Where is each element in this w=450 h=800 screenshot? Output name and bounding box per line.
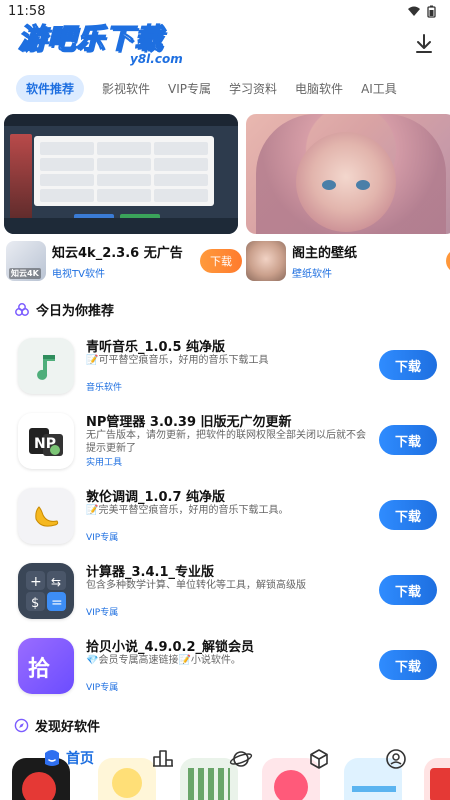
tab-study[interactable]: 学习资料 — [229, 80, 277, 97]
status-time: 11:58 — [8, 3, 46, 19]
wallpaper-portrait — [296, 132, 396, 232]
app-category[interactable]: 实用工具 — [86, 455, 122, 468]
featured-thumb — [246, 241, 286, 281]
app-name: 青听音乐_1.0.5 纯净版 — [86, 340, 226, 355]
featured-thumb: 知云4K — [6, 241, 46, 281]
list-item[interactable]: NP NP管理器 3.0.39 旧版无广勿更新 无广告版本，请勿更新，把软件的联… — [0, 403, 450, 477]
featured-item[interactable]: 阁主的壁纸 壁纸软件 — [246, 240, 450, 282]
svg-text:$: $ — [31, 596, 39, 611]
featured-title: 知云4k_2.3.6 无广告 — [52, 246, 183, 261]
svg-text:拾: 拾 — [28, 656, 50, 682]
app-header: 游吧乐下载 y8l.com — [0, 18, 450, 68]
tab-software-recommend[interactable]: 软件推荐 — [16, 74, 85, 102]
home-icon — [45, 750, 59, 766]
list-item[interactable]: 青听音乐_1.0.5 纯净版 📝可平替空痕音乐，好用的音乐下载工具 音乐软件 下… — [0, 328, 450, 402]
planet-icon[interactable] — [229, 748, 253, 770]
app-description: 📝完美平替空痕音乐，好用的音乐下载工具。 — [86, 505, 289, 516]
np-manager-icon: NP — [18, 413, 74, 469]
app-name: NP管理器 3.0.39 旧版无广勿更新 — [86, 415, 292, 430]
calculator-icon: + ⇆ $ = — [18, 563, 74, 619]
svg-text:+: + — [30, 574, 42, 590]
bottom-nav: 首页 — [0, 744, 450, 780]
battery-icon — [427, 5, 436, 18]
featured-download-button[interactable]: 下载 — [200, 249, 242, 273]
tab-pc-software[interactable]: 电脑软件 — [295, 80, 343, 97]
download-button[interactable]: 下载 — [379, 500, 437, 530]
tab-video-software[interactable]: 影视软件 — [102, 80, 150, 97]
download-button[interactable]: 下载 — [379, 650, 437, 680]
featured-download-button[interactable] — [446, 249, 450, 273]
banner-zhiyun[interactable] — [4, 114, 238, 234]
tab-ai-tools[interactable]: AI工具 — [361, 80, 397, 97]
download-manager-icon[interactable] — [412, 32, 436, 56]
banner-screenshot-panel — [34, 136, 214, 206]
svg-text:⇆: ⇆ — [51, 575, 61, 589]
music-note-icon — [18, 338, 74, 394]
clover-icon — [15, 302, 29, 316]
app-logo[interactable]: 游吧乐下载 y8l.com — [17, 21, 188, 68]
app-description: 无广告版本，请勿更新，把软件的联网权限全部关闭以后就不会提示更新了 — [86, 430, 366, 454]
app-category[interactable]: 音乐软件 — [86, 380, 122, 393]
app-category[interactable]: VIP专属 — [86, 530, 118, 543]
nav-home-label: 首页 — [66, 751, 94, 767]
app-category[interactable]: VIP专属 — [86, 605, 118, 618]
banner-wallpaper[interactable] — [246, 114, 450, 234]
featured-category[interactable]: 壁纸软件 — [292, 265, 440, 280]
compass-icon — [14, 718, 29, 733]
section-recommend-title: 今日为你推荐 — [14, 300, 114, 319]
profile-icon[interactable] — [385, 748, 407, 770]
section-discover-title: 发现好软件 — [14, 716, 100, 735]
list-item[interactable]: 敦伦调调_1.0.7 纯净版 📝完美平替空痕音乐，好用的音乐下载工具。 VIP专… — [0, 478, 450, 552]
download-button[interactable]: 下载 — [379, 575, 437, 605]
ranking-icon[interactable] — [152, 748, 174, 768]
download-button[interactable]: 下载 — [379, 425, 437, 455]
shibei-novel-icon: 拾 — [18, 638, 74, 694]
download-button[interactable]: 下载 — [379, 350, 437, 380]
list-item[interactable]: 拾 拾贝小说_4.9.0.2_解锁会员 💎会员专属高速链接📝小说软件。 VIP专… — [0, 628, 450, 702]
logo-text: 游吧乐下载 — [17, 21, 164, 55]
category-tabs: 软件推荐 影视软件 VIP专属 学习资料 电脑软件 AI工具 — [16, 74, 450, 102]
app-description: 包含多种数学计算、单位转化等工具，解锁高级版 — [86, 580, 306, 591]
app-category[interactable]: VIP专属 — [86, 680, 118, 693]
app-description: 📝可平替空痕音乐，好用的音乐下载工具 — [86, 355, 269, 366]
featured-category[interactable]: 电视TV软件 — [52, 265, 200, 280]
tab-vip[interactable]: VIP专属 — [168, 80, 211, 97]
app-description: 💎会员专属高速链接📝小说软件。 — [86, 655, 241, 666]
cube-icon[interactable] — [308, 748, 330, 770]
featured-title: 阁主的壁纸 — [292, 246, 358, 261]
logo-domain: y8l.com — [130, 52, 183, 66]
nav-home[interactable]: 首页 — [42, 748, 94, 768]
featured-item[interactable]: 知云4K 知云4k_2.3.6 无广告 电视TV软件 下载 — [6, 240, 242, 282]
banana-icon — [18, 488, 74, 544]
list-item[interactable]: + ⇆ $ = 计算器_3.4.1_专业版 包含多种数学计算、单位转化等工具，解… — [0, 553, 450, 627]
banner-carousel — [4, 114, 450, 234]
wifi-icon — [408, 6, 420, 16]
app-name: 敦伦调调_1.0.7 纯净版 — [86, 490, 226, 505]
featured-apps: 知云4K 知云4k_2.3.6 无广告 电视TV软件 下载 阁主的壁纸 壁纸软件 — [4, 240, 450, 282]
app-name: 计算器_3.4.1_专业版 — [86, 565, 215, 580]
app-name: 拾贝小说_4.9.0.2_解锁会员 — [86, 640, 254, 655]
svg-text:=: = — [51, 595, 63, 611]
